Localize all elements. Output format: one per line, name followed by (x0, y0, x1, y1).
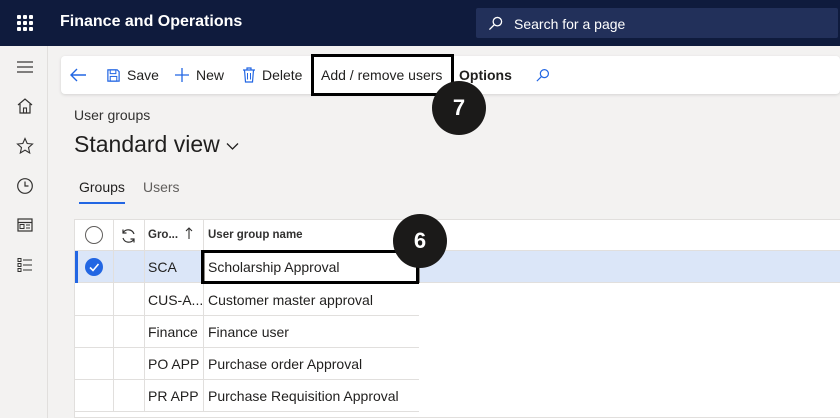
cell-group[interactable]: PO APP (148, 356, 199, 372)
sort-up-icon[interactable] (185, 227, 193, 240)
search-placeholder: Search for a page (514, 16, 626, 32)
save-button[interactable]: Save (106, 56, 159, 94)
delete-label: Delete (262, 67, 303, 83)
step-badge-7: 7 (432, 81, 486, 135)
save-label: Save (127, 67, 159, 83)
chevron-down-icon (226, 143, 239, 150)
cell-group[interactable]: PR APP (148, 388, 199, 404)
options-label: Options (459, 67, 512, 83)
clock-icon[interactable] (16, 177, 34, 195)
cell-name[interactable]: Customer master approval (208, 292, 373, 308)
refresh-icon[interactable] (120, 228, 137, 244)
tab-users[interactable]: Users (143, 179, 180, 201)
cell-group[interactable]: SCA (148, 259, 177, 275)
save-icon (107, 68, 120, 82)
column-divider (203, 220, 204, 412)
home-icon[interactable] (16, 97, 34, 115)
back-button[interactable] (69, 56, 93, 94)
table-row[interactable]: PO APP Purchase order Approval (75, 348, 419, 380)
tab-groups[interactable]: Groups (79, 179, 125, 204)
find-button[interactable] (535, 56, 556, 94)
table-row[interactable]: SCA Scholarship Approval (75, 251, 840, 283)
page-title: Standard view (74, 131, 220, 157)
grid-header: Gro... User group name (75, 220, 840, 251)
column-header-name[interactable]: User group name (208, 229, 303, 241)
user-groups-grid: Gro... User group name SCA Scholarship A… (74, 219, 840, 418)
select-all-checkbox[interactable] (85, 226, 103, 244)
app-title[interactable]: Finance and Operations (60, 13, 242, 31)
workspace-icon[interactable] (16, 216, 34, 234)
hamburger-icon[interactable] (16, 58, 34, 76)
column-divider (144, 220, 145, 412)
check-icon (89, 263, 100, 272)
view-selector[interactable]: Standard view (74, 131, 239, 158)
waffle-icon[interactable] (17, 15, 33, 31)
callout-highlight-group-name (201, 250, 419, 284)
row-checkbox[interactable] (85, 258, 103, 276)
cell-group[interactable]: Finance (148, 324, 198, 340)
new-button[interactable]: New (174, 56, 224, 94)
table-row[interactable]: PR APP Purchase Requisition Approval (75, 380, 419, 412)
column-divider (113, 220, 114, 412)
cell-name[interactable]: Purchase order Approval (208, 356, 362, 372)
table-row[interactable]: CUS-A... Customer master approval (75, 284, 419, 316)
callout-highlight-add-remove-users (311, 54, 454, 96)
delete-button[interactable]: Delete (242, 56, 302, 94)
cell-name[interactable]: Finance user (208, 324, 289, 340)
plus-icon (175, 68, 189, 82)
table-row[interactable]: Finance Finance user (75, 316, 419, 348)
breadcrumb: User groups (74, 107, 151, 123)
left-nav (0, 46, 48, 418)
trash-icon (243, 67, 255, 83)
step-badge-6: 6 (393, 214, 447, 268)
column-header-group[interactable]: Gro... (148, 229, 178, 241)
search-icon (536, 68, 550, 82)
back-arrow-icon (70, 68, 86, 82)
top-bar: Finance and Operations Search for a page (0, 0, 840, 46)
new-label: New (196, 67, 225, 83)
list-icon[interactable] (16, 256, 34, 274)
cell-group[interactable]: CUS-A... (148, 292, 203, 308)
search-input[interactable]: Search for a page (476, 8, 838, 38)
selection-indicator (75, 251, 78, 283)
cell-name[interactable]: Purchase Requisition Approval (208, 388, 399, 404)
search-icon (488, 16, 503, 31)
star-icon[interactable] (16, 137, 34, 155)
